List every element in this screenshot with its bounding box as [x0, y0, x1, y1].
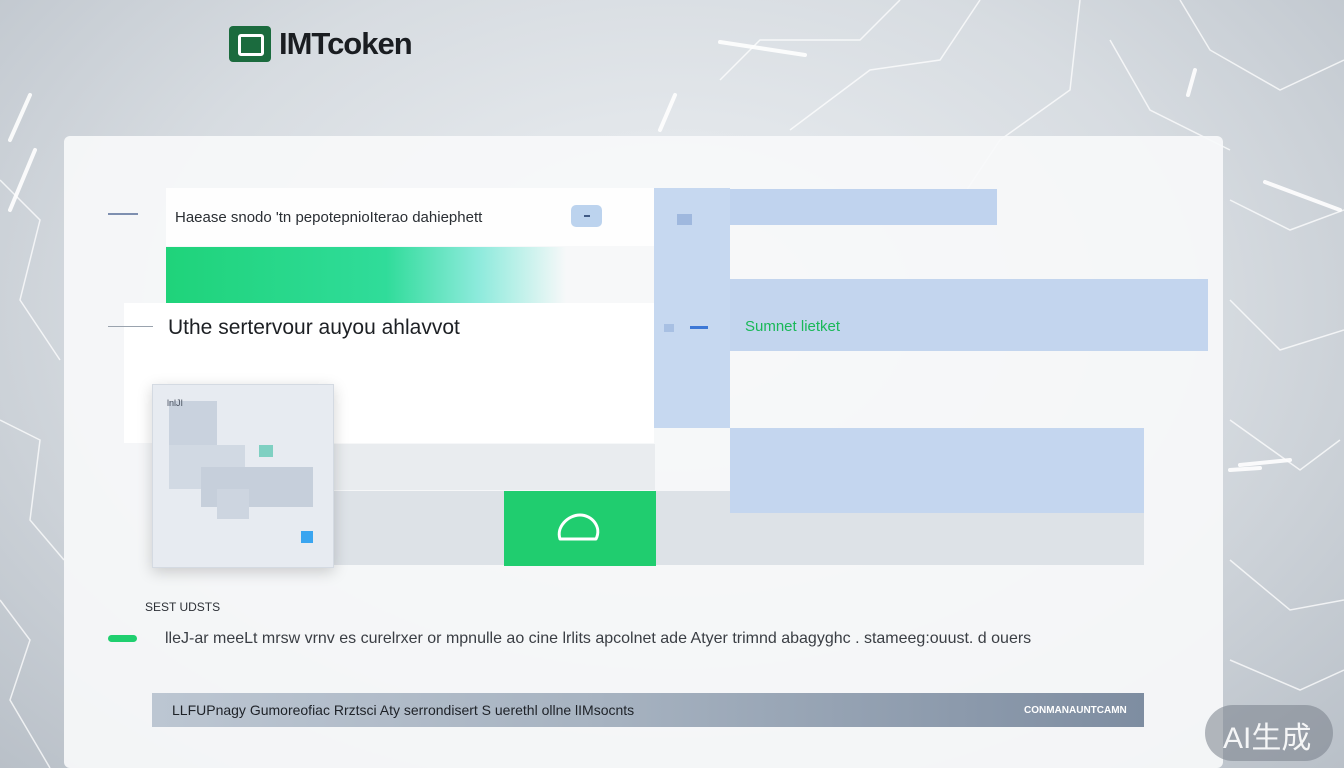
qr-tag: lnlJI	[167, 398, 184, 408]
progress-highlight-bar	[166, 247, 566, 303]
section-description: lleJ-ar meeLt mrsw vrnv es curelrxer or …	[165, 630, 1032, 647]
summary-link[interactable]: Sumnet lietket	[745, 318, 840, 335]
gray-band	[330, 444, 655, 490]
brand-name: IMTcoken	[279, 26, 413, 61]
footer-action-label[interactable]: CONMANAUNTCAMN	[1024, 705, 1127, 716]
circle-icon	[557, 513, 600, 541]
notice-text: Haease snodo 'tn pepotepnioIterao dahiep…	[175, 209, 483, 226]
square-marker	[677, 214, 692, 225]
footer-text: LLFUPnagy Gumoreofiac Rrztsci Aty serron…	[172, 702, 635, 718]
brand-logo[interactable]: IMTcoken	[229, 26, 413, 62]
qr-code-image	[152, 384, 334, 568]
blue-bar	[730, 189, 997, 225]
card-heading: Uthe sertervour auyou ahlavvot	[168, 316, 460, 339]
confirm-button[interactable]	[504, 491, 656, 566]
summary-row[interactable]	[730, 279, 1208, 351]
status-indicator	[108, 635, 137, 642]
blue-panel	[730, 428, 1144, 513]
side-column	[654, 188, 730, 428]
dash-marker	[690, 326, 708, 329]
divider-dash	[108, 213, 138, 215]
square-marker	[664, 324, 674, 332]
qr-pattern	[169, 401, 313, 543]
divider-dash	[108, 326, 153, 327]
wallet-logo-icon	[229, 26, 271, 62]
watermark-text: AI生成	[1223, 722, 1312, 755]
minus-icon[interactable]	[571, 205, 602, 227]
section-label: SEST UDSTS	[145, 600, 221, 614]
